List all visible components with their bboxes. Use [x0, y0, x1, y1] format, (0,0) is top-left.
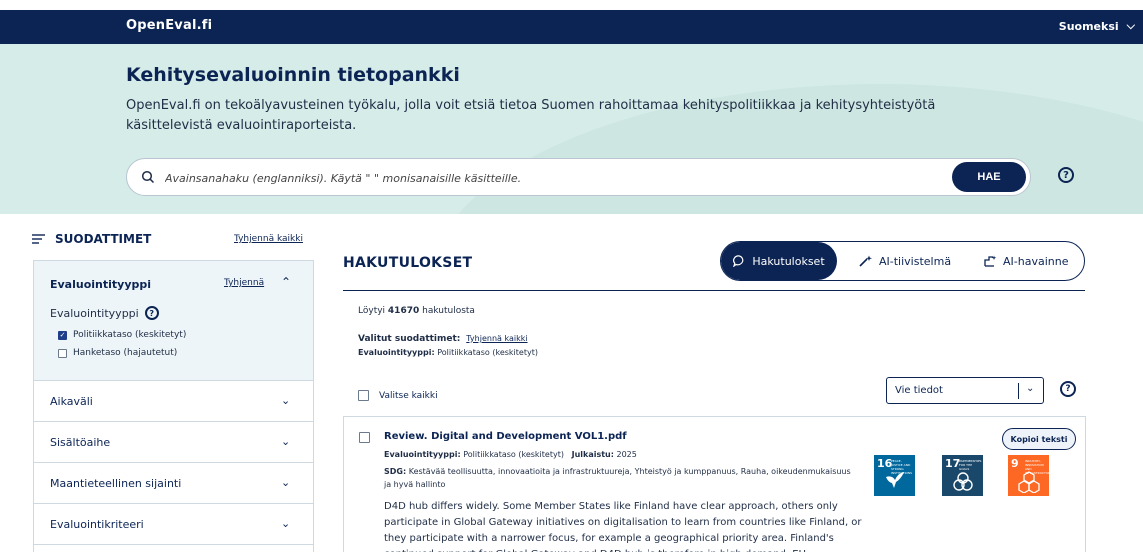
- filters-heading: SUODATTIMET: [32, 232, 151, 246]
- filter-section-evaluation-type: Evaluointityyppi Tyhjennä ⌃ Evaluointity…: [34, 261, 313, 381]
- filter-section-criteria[interactable]: Evaluointikriteeri ⌄: [34, 504, 313, 545]
- result-title[interactable]: Review. Digital and Development VOL1.pdf: [384, 431, 627, 442]
- search-input[interactable]: [165, 167, 945, 189]
- tab-ai-insight[interactable]: AI-havainne: [983, 242, 1068, 280]
- brand-logo[interactable]: OpenEval.fi: [126, 18, 212, 33]
- selected-filters: Valitut suodattimet: Tyhjennä kaikki: [358, 334, 528, 344]
- cubes-icon: [1018, 471, 1040, 493]
- checkbox-option[interactable]: ✓ Politiikkataso (keskitetyt): [58, 330, 186, 340]
- chevron-up-icon[interactable]: ⌃: [281, 275, 291, 289]
- help-icon[interactable]: ?: [1058, 167, 1074, 183]
- select-all-row[interactable]: Valitse kaikki: [358, 390, 438, 401]
- help-icon[interactable]: ?: [144, 306, 159, 320]
- filter-section-timespan[interactable]: Aikaväli ⌄: [34, 381, 313, 422]
- search-button[interactable]: HAE: [952, 162, 1026, 192]
- filter-sidebar: Evaluointityyppi Tyhjennä ⌃ Evaluointity…: [33, 260, 314, 552]
- sdg-tile-17: 17 PARTNERSHIPS FOR THE GOALS: [942, 455, 983, 496]
- clear-section-link[interactable]: Tyhjennä: [224, 278, 264, 288]
- checkbox-option[interactable]: Hanketaso (hajautetut): [58, 348, 177, 358]
- results-title: HAKUTULOKSET: [343, 255, 473, 271]
- dove-icon: [886, 472, 904, 488]
- export-select[interactable]: Vie tiedot ⌄: [886, 377, 1044, 404]
- filter-section-topic[interactable]: Sisältöaihe ⌄: [34, 422, 313, 463]
- filter-sub-label: Evaluointityyppi ?: [50, 306, 159, 320]
- hero-section: Kehitysevaluoinnin tietopankki OpenEval.…: [0, 44, 1143, 214]
- select-separator: [1018, 383, 1019, 399]
- results-divider: [343, 290, 1085, 291]
- check-icon[interactable]: ✓: [58, 330, 67, 340]
- filters-title: SUODATTIMET: [55, 232, 152, 246]
- result-card: Review. Digital and Development VOL1.pdf…: [343, 416, 1086, 552]
- chevron-down-icon: ⌄: [281, 435, 291, 448]
- sdg-tile-9: 9 INDUSTRY, INNOVATION AND INFRASTRUCTUR…: [1008, 455, 1052, 496]
- select-all-checkbox[interactable]: [358, 390, 369, 401]
- result-sdg: SDG: Kestävää teollisuutta, innovaatioit…: [384, 467, 851, 489]
- copy-text-button[interactable]: Kopioi teksti: [1002, 428, 1076, 450]
- sdg-tile-16: 16 PEACE, JUSTICE AND STRONG INSTITUTION…: [874, 455, 915, 496]
- chevron-down-icon: ⌄: [1026, 383, 1035, 394]
- language-label: Suomeksi: [1058, 19, 1119, 33]
- result-meta: Evaluointityyppi: Politiikkataso (keskit…: [384, 450, 637, 459]
- results-view-tabs: Hakutulokset AI-tiivistelmä AI-havainne: [720, 241, 1085, 281]
- chevron-down-icon: ⌵: [1126, 19, 1135, 32]
- clear-all-filters-link[interactable]: Tyhjennä kaikki: [234, 234, 303, 244]
- sparkle-icon: [859, 255, 872, 267]
- partnership-icon: [953, 472, 973, 491]
- chevron-down-icon: ⌄: [281, 476, 291, 489]
- page-title: Kehitysevaluoinnin tietopankki: [126, 64, 460, 86]
- chevron-down-icon: ⌄: [281, 394, 291, 407]
- chevron-down-icon: ⌄: [281, 517, 291, 530]
- result-excerpt: D4D hub differs widely. Some Member Stat…: [384, 501, 862, 552]
- search-icon: [141, 170, 155, 184]
- page-description: OpenEval.fi on tekoälyavusteinen työkalu…: [126, 98, 936, 133]
- tab-search-results[interactable]: Hakutulokset: [721, 242, 837, 280]
- language-selector[interactable]: Suomeksi ⌵: [1059, 19, 1135, 33]
- filter-icon: [32, 234, 45, 244]
- results-count: Löytyi 41670 hakutulosta: [358, 306, 475, 316]
- help-icon[interactable]: ?: [1060, 381, 1076, 397]
- export-value: Vie tiedot: [895, 385, 943, 396]
- search-bar: HAE: [126, 158, 1031, 196]
- filter-section-location[interactable]: Maantieteellinen sijainti ⌄: [34, 463, 313, 504]
- result-checkbox[interactable]: [359, 432, 370, 443]
- clear-selected-filters-link[interactable]: Tyhjennä kaikki: [466, 334, 527, 343]
- filter-section-title[interactable]: Evaluointityyppi: [50, 278, 151, 291]
- insight-icon: [984, 255, 997, 267]
- chat-icon: [733, 255, 744, 267]
- checkbox[interactable]: [58, 348, 67, 358]
- selected-filter-item: Evaluointityyppi: Politiikkataso (keskit…: [358, 348, 538, 357]
- tab-ai-summary[interactable]: AI-tiivistelmä: [859, 242, 951, 280]
- top-bar: OpenEval.fi Suomeksi ⌵: [0, 10, 1143, 44]
